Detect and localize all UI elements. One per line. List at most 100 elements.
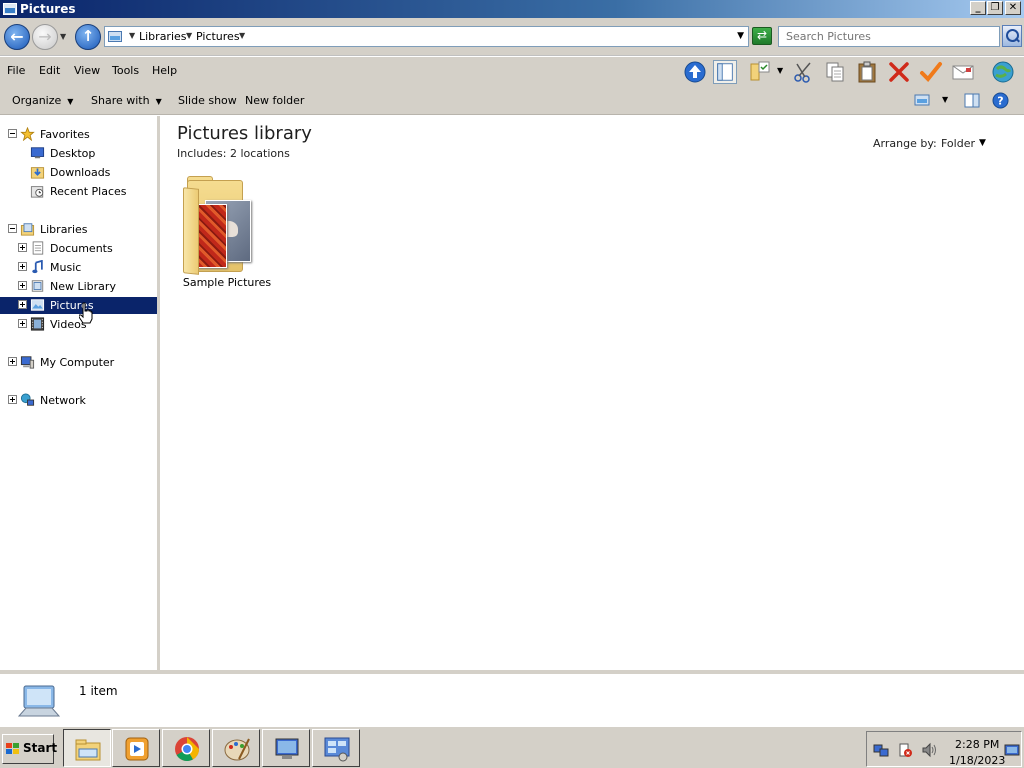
breadcrumb-libraries[interactable]: Libraries [139,30,187,43]
folders-pane-icon[interactable] [713,60,737,84]
system-tray: 2:28 PM 1/18/2023 [866,731,1022,767]
organize-button[interactable]: Organize ▼ [12,94,73,107]
taskbar-chrome[interactable] [162,729,210,767]
nav-network-label: Network [40,394,86,407]
hand-cursor-icon [79,302,93,324]
new-folder-button[interactable]: New folder [245,94,304,107]
menu-edit[interactable]: Edit [39,64,60,77]
explorer-folder-icon [75,739,101,761]
address-dropdown-icon[interactable]: ▼ [737,31,744,41]
breadcrumb-separator-icon[interactable]: ▼ [186,31,192,40]
back-button[interactable]: ← [4,24,30,50]
menu-file[interactable]: File [7,64,25,77]
nav-favorites-label: Favorites [40,128,90,141]
nav-item-music[interactable]: Music [0,259,157,276]
help-icon[interactable]: ? [992,92,1009,109]
folder-item[interactable]: Sample Pictures [182,176,271,296]
up-button[interactable]: ↑ [75,24,101,50]
arrange-by-dropdown[interactable]: Folder [941,137,975,150]
up-folder-icon[interactable] [683,60,707,84]
taskbar-paint[interactable] [212,729,260,767]
views-icon[interactable] [749,60,773,84]
library-includes-link[interactable]: Includes: 2 locations [177,147,290,160]
film-strip-icon [30,317,45,331]
volume-icon[interactable] [921,742,937,758]
search-icon[interactable] [1002,25,1022,47]
close-button[interactable]: ✕ [1005,1,1021,15]
paint-palette-icon [224,738,250,761]
network-status-icon[interactable] [873,742,889,758]
menu-tools[interactable]: Tools [112,64,139,77]
expand-icon[interactable] [8,357,17,366]
chevron-down-icon[interactable]: ▼ [979,138,986,148]
preview-pane-icon[interactable] [964,93,980,108]
email-icon[interactable] [951,60,975,84]
expand-icon[interactable] [18,319,27,328]
refresh-button[interactable]: ⇄ [752,27,772,45]
nav-item-downloads[interactable]: Downloads [0,164,157,181]
globe-icon[interactable] [991,60,1015,84]
clock-date[interactable]: 1/18/2023 [949,754,1005,767]
cut-icon[interactable] [791,60,815,84]
media-player-icon [125,737,149,761]
pictures-location-icon [108,31,122,42]
taskbar-explorer[interactable] [63,729,111,767]
taskbar-computer[interactable] [262,729,310,767]
nav-my-computer-label: My Computer [40,356,115,369]
minimize-button[interactable]: _ [970,1,986,15]
nav-item-label: Desktop [50,147,96,160]
maximize-button[interactable]: ❐ [987,1,1003,15]
nav-item-new-library[interactable]: New Library [0,278,157,295]
share-with-button[interactable]: Share with ▼ [91,94,162,107]
downloads-folder-icon [30,167,45,179]
search-input[interactable] [778,26,1000,47]
expand-icon[interactable] [18,300,27,309]
slide-show-button[interactable]: Slide show [178,94,237,107]
view-options-dropdown-icon[interactable]: ▼ [942,95,948,104]
expand-icon[interactable] [18,243,27,252]
share-with-label: Share with [91,94,150,107]
taskbar-control-panel[interactable] [312,729,360,767]
nav-item-documents[interactable]: Documents [0,240,157,257]
folder-name: Sample Pictures [182,276,272,289]
nav-item-label: New Library [50,280,116,293]
start-button[interactable]: Start [2,734,58,764]
nav-network[interactable]: Network [0,392,157,409]
address-toolbar: ← → ▼ ↑ ▼ Libraries ▼ Pictures ▼ ▼ ⇄ [0,18,1024,56]
change-view-icon[interactable] [914,93,930,107]
start-label: Start [23,741,58,755]
nav-favorites[interactable]: Favorites [0,126,157,143]
clock-time[interactable]: 2:28 PM [955,738,999,751]
nav-item-label: Documents [50,242,113,255]
arrange-by-label: Arrange by: [873,137,937,150]
nav-item-desktop[interactable]: Desktop [0,145,157,162]
address-field[interactable]: ▼ Libraries ▼ Pictures ▼ ▼ [104,26,749,47]
nav-item-label: Recent Places [50,185,127,198]
collapse-icon[interactable] [8,129,17,138]
expand-icon[interactable] [8,395,17,404]
properties-check-icon[interactable] [919,60,943,84]
breadcrumb-separator-icon[interactable]: ▼ [239,31,245,40]
taskbar-media-player[interactable] [112,729,160,767]
expand-icon[interactable] [18,262,27,271]
action-center-alert-icon[interactable] [897,742,913,758]
nav-libraries[interactable]: Libraries [0,221,157,238]
collapse-icon[interactable] [8,224,17,233]
paste-icon[interactable] [855,60,879,84]
forward-button[interactable]: → [32,24,58,50]
history-dropdown-icon[interactable]: ▼ [60,32,66,41]
breadcrumb-separator-icon[interactable]: ▼ [129,31,135,40]
menu-view[interactable]: View [74,64,100,77]
pictures-icon [30,299,45,311]
libraries-icon [20,223,35,236]
show-desktop-icon[interactable] [1004,742,1020,758]
nav-my-computer[interactable]: My Computer [0,354,157,371]
breadcrumb-pictures[interactable]: Pictures [196,30,240,43]
nav-item-recent-places[interactable]: Recent Places [0,183,157,200]
copy-icon[interactable] [823,60,847,84]
menu-help[interactable]: Help [152,64,177,77]
views-dropdown-icon[interactable]: ▼ [777,66,783,75]
computer-icon [275,738,299,759]
delete-icon[interactable] [887,60,911,84]
expand-icon[interactable] [18,281,27,290]
